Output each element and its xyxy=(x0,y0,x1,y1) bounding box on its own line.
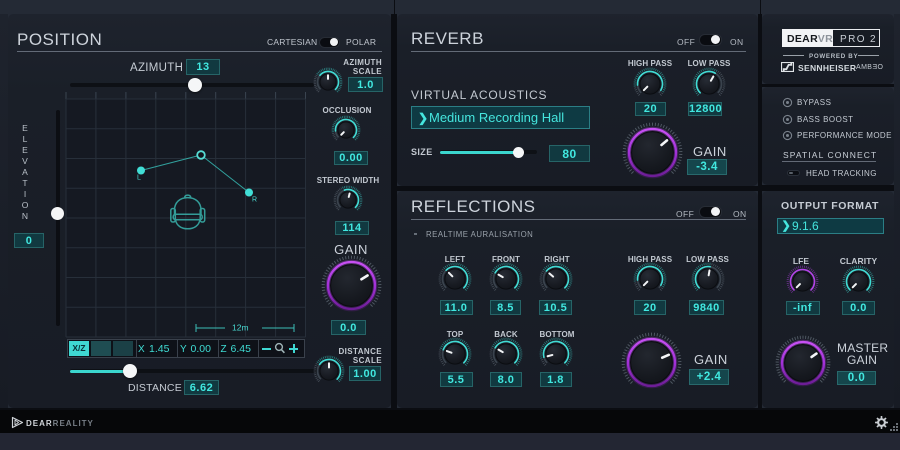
svg-text:R: R xyxy=(252,197,257,204)
svg-text:12m: 12m xyxy=(232,323,249,333)
svg-text:L: L xyxy=(137,175,141,182)
